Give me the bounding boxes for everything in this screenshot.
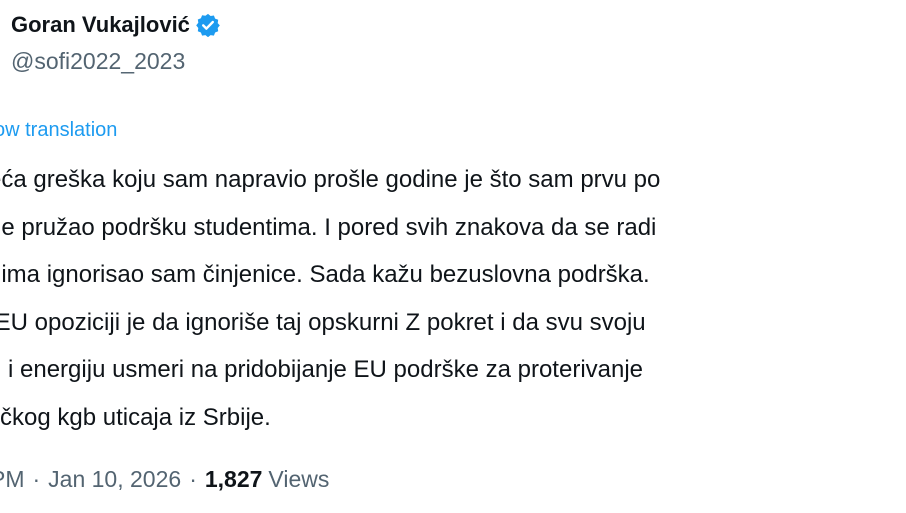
tweet-text-line: eća greška koju sam napravio prošle godi… bbox=[0, 166, 661, 193]
tweet-text-line: tičkog kgb uticaja iz Srbije. bbox=[0, 403, 271, 431]
show-translation-link[interactable]: ow translation bbox=[0, 119, 117, 142]
verified-badge-icon bbox=[196, 13, 220, 37]
author-display-name[interactable]: Goran Vukajlović bbox=[11, 12, 190, 38]
tweet-text-line: EU opoziciji je da ignoriše taj opskurni… bbox=[0, 308, 646, 336]
author-handle[interactable]: @sofi2022_2023 bbox=[11, 48, 220, 75]
tweet-screenshot: Goran Vukajlović @sofi2022_2023 ow trans… bbox=[0, 0, 906, 513]
tweet-text-line: u i energiju usmeri na pridobijanje EU p… bbox=[0, 356, 644, 383]
views-label: Views bbox=[268, 466, 330, 492]
meta-separator: · bbox=[189, 466, 197, 492]
tweet-text-line: dima ignorisao sam činjenice. Sada kažu … bbox=[0, 261, 650, 288]
tweet-date[interactable]: Jan 10, 2026 bbox=[48, 466, 181, 493]
meta-separator: · bbox=[32, 466, 41, 492]
tweet-meta: PM · Jan 10, 2026 · 1,827 Views bbox=[0, 466, 329, 493]
tweet-text: eća greška koju sam napravio prošle godi… bbox=[0, 156, 906, 441]
tweet-time[interactable]: PM bbox=[0, 466, 25, 493]
views-count: 1,827 bbox=[204, 466, 263, 492]
author-name-row: Goran Vukajlović bbox=[11, 6, 220, 44]
tweet-text-line: ne pružao podršku studentima. I pored sv… bbox=[0, 213, 657, 241]
author-block: Goran Vukajlović @sofi2022_2023 bbox=[11, 6, 220, 75]
